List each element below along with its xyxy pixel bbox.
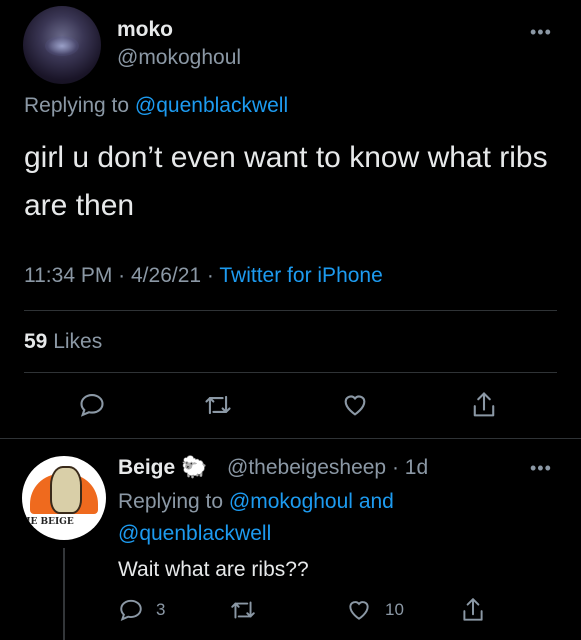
reply-author-name[interactable]: Beige 🐑	[118, 456, 207, 480]
thread-line	[63, 548, 65, 640]
reply-like-icon[interactable]	[345, 597, 373, 623]
author-handle[interactable]: @mokoghoul	[117, 46, 241, 70]
reply-age: 1d	[404, 456, 429, 479]
avatar-banner-text: HE BEIGE	[22, 516, 106, 528]
tweet-time[interactable]: 11:34 PM	[24, 264, 112, 287]
reply-text: Wait what are ribs??	[118, 558, 309, 581]
meta-separator: ·	[206, 264, 220, 287]
like-icon[interactable]	[340, 391, 370, 419]
reply-replying-to-line: Replying to @mokoghoul and @quenblackwel…	[118, 490, 394, 545]
reply-more-options-icon[interactable]: •••	[530, 458, 552, 479]
likes-summary[interactable]: 59 Likes	[24, 330, 102, 354]
author-name[interactable]: moko	[117, 18, 173, 42]
divider	[24, 310, 557, 311]
reply-reply-icon[interactable]	[118, 597, 144, 623]
replying-prefix: Replying to	[24, 94, 130, 117]
divider	[24, 372, 557, 373]
replying-mention[interactable]: @quenblackwell	[135, 94, 288, 117]
divider	[0, 438, 581, 439]
reply-icon[interactable]	[78, 391, 106, 419]
reply-share-icon[interactable]	[460, 596, 486, 624]
tweet-source[interactable]: Twitter for iPhone	[219, 264, 382, 287]
likes-label: Likes	[53, 330, 103, 353]
reply-like-count: 10	[385, 600, 404, 619]
tweet-text: girl u don’t even want to know what ribs…	[24, 141, 548, 222]
reply-reply-count: 3	[156, 600, 166, 619]
reply-author-handle[interactable]: @thebeigesheep · 1d	[227, 456, 428, 480]
reply-mention-1[interactable]: @mokoghoul	[229, 490, 353, 513]
tweet-date[interactable]: 4/26/21	[131, 264, 201, 287]
sheep-emoji: 🐑	[181, 456, 208, 479]
retweet-icon[interactable]	[203, 391, 233, 419]
reply-author-avatar[interactable]: HE BEIGE	[22, 456, 106, 540]
reply-mention-2[interactable]: @quenblackwell	[118, 522, 271, 545]
likes-count: 59	[24, 330, 48, 353]
tweet-meta: 11:34 PM · 4/26/21 · Twitter for iPhone	[24, 264, 383, 288]
meta-separator: ·	[118, 264, 131, 287]
share-icon[interactable]	[470, 390, 498, 420]
more-options-icon[interactable]: •••	[530, 22, 552, 43]
replying-to-line: Replying to @quenblackwell	[24, 94, 288, 118]
reply-retweet-icon[interactable]	[229, 597, 257, 623]
author-avatar[interactable]	[23, 6, 101, 84]
